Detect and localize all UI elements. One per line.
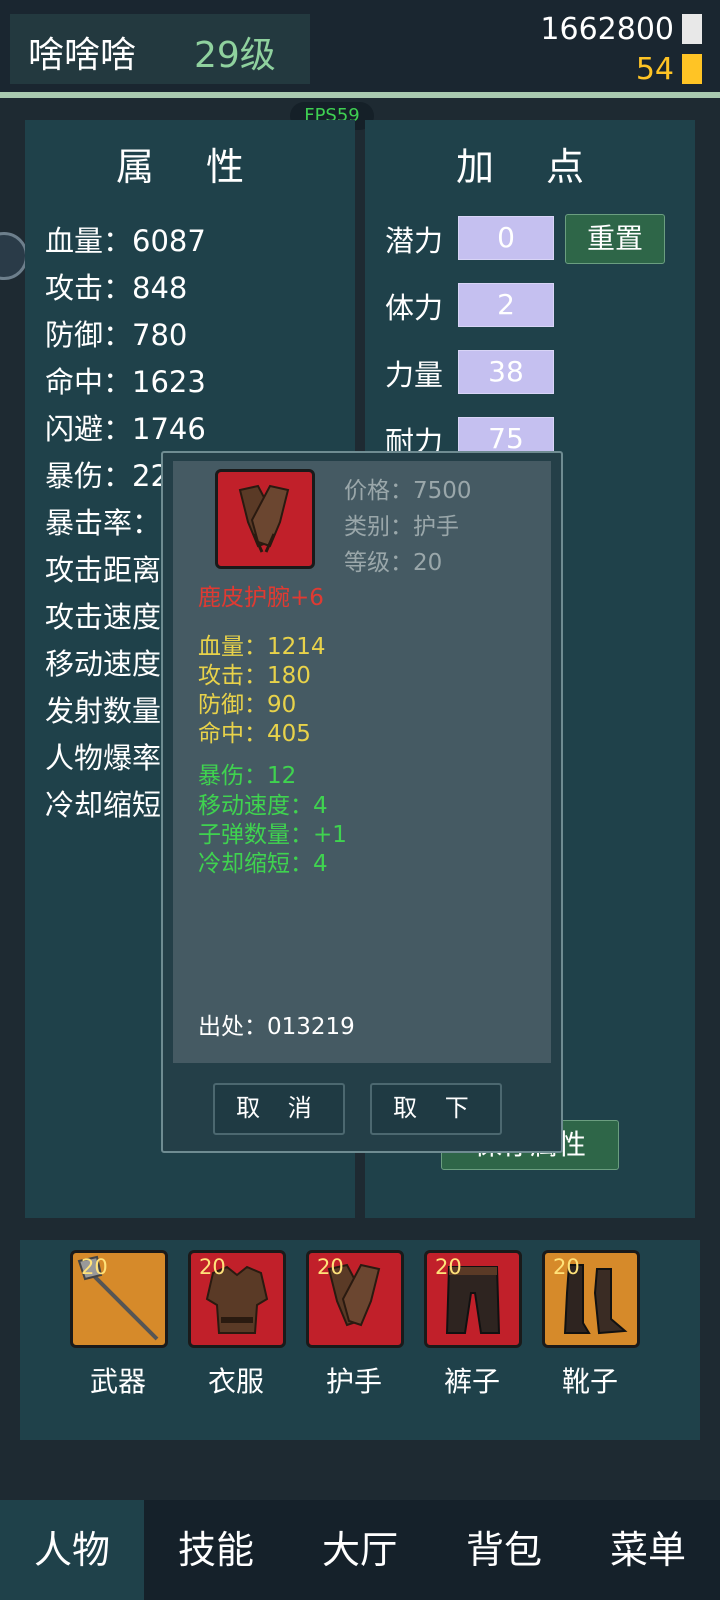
stamina-label: 体力 bbox=[385, 291, 444, 325]
attr-crit-damage: 暴伤：22 bbox=[45, 459, 169, 493]
equip-slot-armor[interactable]: 20 bbox=[188, 1250, 286, 1348]
item-category: 类别：护手 bbox=[344, 514, 459, 540]
slot-level: 20 bbox=[435, 1255, 462, 1279]
attributes-title: 属 性 bbox=[115, 145, 265, 189]
gold-amount: 1662800 bbox=[540, 12, 674, 47]
slot-label-boots: 靴子 bbox=[561, 1365, 618, 1398]
tab-menu[interactable]: 菜单 bbox=[576, 1500, 720, 1600]
attr-drop-rate: 人物爆率 bbox=[45, 741, 162, 775]
unequip-button[interactable]: 取 下 bbox=[370, 1083, 502, 1135]
item-price: 价格：7500 bbox=[344, 478, 472, 504]
equip-slot-gloves[interactable]: 20 bbox=[306, 1250, 404, 1348]
equipment-panel: 20 武器 20 衣服 20 护手 20 裤子 20 靴子 bbox=[20, 1240, 700, 1440]
attr-move-speed: 移动速度 bbox=[45, 647, 162, 681]
tab-skills[interactable]: 技能 bbox=[144, 1500, 288, 1600]
bottom-nav: 人物 技能 大厅 背包 菜单 bbox=[0, 1500, 720, 1600]
attr-crit-rate: 暴击率： bbox=[45, 506, 162, 540]
header-divider bbox=[0, 92, 720, 98]
attr-hp: 血量：6087 bbox=[45, 224, 206, 258]
attr-projectiles: 发射数量 bbox=[45, 694, 162, 728]
attr-defense: 防御：780 bbox=[45, 318, 188, 352]
attr-attack: 攻击：848 bbox=[45, 271, 188, 305]
stamina-value[interactable]: 2 bbox=[458, 283, 554, 327]
slot-label-gloves: 护手 bbox=[325, 1365, 382, 1398]
reset-button[interactable]: 重置 bbox=[565, 214, 665, 264]
gold-icon bbox=[682, 14, 702, 44]
player-name: 啥啥啥 bbox=[28, 35, 137, 76]
item-detail-body: 价格：7500 类别：护手 等级：20 鹿皮护腕+6 血量：1214 攻击：18… bbox=[173, 461, 551, 1063]
strength-value[interactable]: 38 bbox=[458, 350, 554, 394]
player-level: 29级 bbox=[194, 35, 276, 76]
slot-level: 20 bbox=[81, 1255, 108, 1279]
strength-label: 力量 bbox=[385, 358, 444, 392]
equip-slot-pants[interactable]: 20 bbox=[424, 1250, 522, 1348]
item-origin: 出处：013219 bbox=[198, 1014, 355, 1040]
gem-icon bbox=[682, 54, 702, 84]
gem-amount: 54 bbox=[635, 52, 674, 87]
attr-attack-range: 攻击距离 bbox=[45, 553, 162, 587]
item-detail-popup: 价格：7500 类别：护手 等级：20 鹿皮护腕+6 血量：1214 攻击：18… bbox=[161, 451, 563, 1153]
gauntlet-icon bbox=[215, 469, 315, 569]
attr-dodge: 闪避：1746 bbox=[45, 412, 206, 446]
attr-hit: 命中：1623 bbox=[45, 365, 206, 399]
slot-label-pants: 裤子 bbox=[443, 1365, 500, 1398]
slot-level: 20 bbox=[317, 1255, 344, 1279]
tab-character[interactable]: 人物 bbox=[0, 1500, 144, 1600]
equip-slot-weapon[interactable]: 20 bbox=[70, 1250, 168, 1348]
points-title: 加 点 bbox=[455, 145, 605, 189]
side-bubble-icon[interactable] bbox=[0, 232, 28, 280]
potential-label: 潜力 bbox=[385, 224, 444, 258]
slot-level: 20 bbox=[199, 1255, 226, 1279]
tab-backpack[interactable]: 背包 bbox=[432, 1500, 576, 1600]
attr-attack-speed: 攻击速度 bbox=[45, 600, 162, 634]
slot-label-armor: 衣服 bbox=[207, 1365, 264, 1398]
slot-label-weapon: 武器 bbox=[89, 1365, 146, 1398]
potential-value: 0 bbox=[458, 216, 554, 260]
equip-slot-boots[interactable]: 20 bbox=[542, 1250, 640, 1348]
item-name: 鹿皮护腕+6 bbox=[198, 585, 324, 611]
slot-level: 20 bbox=[553, 1255, 580, 1279]
player-info-box: 啥啥啥 29级 bbox=[10, 14, 310, 84]
tab-lobby[interactable]: 大厅 bbox=[288, 1500, 432, 1600]
item-bonus-crit: 暴伤：12 bbox=[198, 763, 297, 789]
top-bar: 啥啥啥 29级 1662800 54 bbox=[0, 0, 720, 92]
item-level: 等级：20 bbox=[344, 550, 443, 576]
attr-cooldown: 冷却缩短 bbox=[45, 788, 162, 822]
cancel-button[interactable]: 取 消 bbox=[213, 1083, 345, 1135]
item-bonus-cooldown: 冷却缩短：4 bbox=[198, 851, 328, 877]
item-stat-hit: 命中：405 bbox=[198, 721, 311, 747]
